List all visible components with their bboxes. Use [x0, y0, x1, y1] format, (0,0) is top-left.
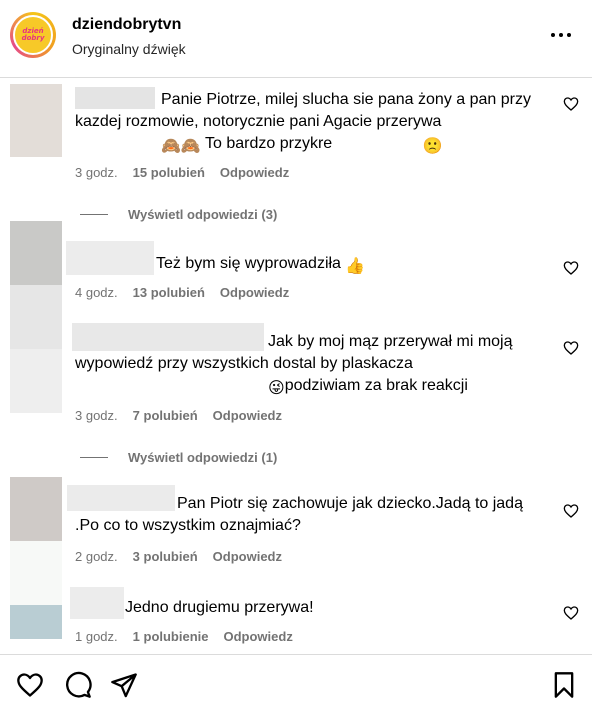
comment-likes[interactable]: 13 polubień [133, 285, 205, 300]
see-no-evil-monkey-emoji: 🙈🙈 [161, 138, 201, 155]
comment-text-body: Panie Piotrze, milej slucha sie pana żon… [75, 91, 531, 130]
comment-likes[interactable]: 3 polubień [133, 549, 198, 564]
commenter-avatar[interactable] [10, 221, 62, 285]
comment-text-body: Jedno drugiemu przerywa! [125, 599, 314, 616]
bookmark-icon[interactable] [550, 671, 578, 699]
sad-face-emoji: 🙁 [422, 138, 443, 155]
reply-button[interactable]: Odpowiedz [220, 165, 289, 180]
comment-text: Panie Piotrze, milej slucha sie pana żon… [75, 89, 545, 158]
comment-text-tail: podziwiam za brak reakcji [284, 377, 468, 394]
audio-label[interactable]: Oryginalny dźwięk [72, 41, 186, 57]
comment-text-body: Pan Piotr się zachowuje jak dziecko.Jadą… [75, 495, 523, 534]
comment-text: Pan Piotr się zachowuje jak dziecko.Jadą… [75, 493, 545, 537]
reply-button[interactable]: Odpowiedz [213, 408, 282, 423]
view-replies-label[interactable]: Wyświetl odpowiedzi (3) [128, 207, 277, 222]
reply-button[interactable]: Odpowiedz [213, 549, 282, 564]
comment-meta: 4 godz. 13 polubień Odpowiedz [75, 285, 304, 300]
comment-text: Jedno drugiemu przerywa! [125, 597, 525, 619]
post-header: dzień dobry dziendobrytvn Oryginalny dźw… [0, 0, 592, 78]
replies-divider [80, 214, 108, 215]
comment-text: Też bym się wyprowadziła 👍 [156, 253, 536, 278]
comment-meta: 3 godz. 15 polubień Odpowiedz [75, 165, 304, 180]
reply-button[interactable]: Odpowiedz [224, 629, 293, 644]
commenter-avatar-lower [10, 285, 62, 349]
post-actions-bar [0, 654, 592, 712]
account-avatar[interactable]: dzień dobry [10, 12, 56, 58]
redacted-username [70, 587, 124, 619]
comment-text-body: Jak by moj mąz przerywał mi moją wypowie… [75, 333, 513, 372]
commenter-avatar[interactable] [10, 477, 62, 541]
heart-icon[interactable] [563, 605, 579, 621]
commenter-avatar[interactable] [10, 84, 62, 157]
comment-time: 1 godz. [75, 629, 118, 644]
comment-likes[interactable]: 7 polubień [133, 408, 198, 423]
winking-tongue-emoji: 😜 [268, 380, 285, 397]
heart-icon[interactable] [563, 503, 579, 519]
heart-icon[interactable] [563, 96, 579, 112]
send-icon[interactable] [110, 671, 138, 699]
avatar-logo: dzień dobry [13, 15, 53, 55]
comment-time: 4 godz. [75, 285, 118, 300]
account-name[interactable]: dziendobrytvn [72, 16, 181, 34]
heart-icon[interactable] [16, 671, 44, 699]
commenter-avatar-lower [10, 541, 62, 605]
heart-icon[interactable] [563, 260, 579, 276]
more-horizontal-icon[interactable] [548, 22, 574, 48]
comment-meta: 2 godz. 3 polubień Odpowiedz [75, 549, 297, 564]
comment-meta: 1 godz. 1 polubienie Odpowiedz [75, 629, 308, 644]
replies-divider [80, 457, 108, 458]
view-replies-button[interactable]: Wyświetl odpowiedzi (1) [80, 450, 277, 465]
comment-likes[interactable]: 1 polubienie [133, 629, 209, 644]
comment-meta: 3 godz. 7 polubień Odpowiedz [75, 408, 297, 423]
comment-time: 3 godz. [75, 165, 118, 180]
comment-text: Jak by moj mąz przerywał mi moją wypowie… [75, 331, 545, 400]
heart-icon[interactable] [563, 340, 579, 356]
comments-list[interactable]: Panie Piotrze, milej slucha sie pana żon… [0, 79, 592, 654]
comment-time: 3 godz. [75, 408, 118, 423]
comment-text-body: Też bym się wyprowadziła [156, 255, 346, 272]
avatar-logo-text-2: dobry [21, 34, 45, 42]
view-replies-button[interactable]: Wyświetl odpowiedzi (3) [80, 207, 277, 222]
commenter-avatar[interactable] [10, 605, 62, 639]
thumbs-up-emoji: 👍 [345, 258, 366, 275]
view-replies-label[interactable]: Wyświetl odpowiedzi (1) [128, 450, 277, 465]
comment-icon[interactable] [64, 671, 92, 699]
commenter-avatar[interactable] [10, 349, 62, 413]
comment-text-tail: To bardzo przykre [200, 135, 337, 152]
reply-button[interactable]: Odpowiedz [220, 285, 289, 300]
redacted-username [66, 241, 154, 275]
comment-likes[interactable]: 15 polubień [133, 165, 205, 180]
comment-time: 2 godz. [75, 549, 118, 564]
